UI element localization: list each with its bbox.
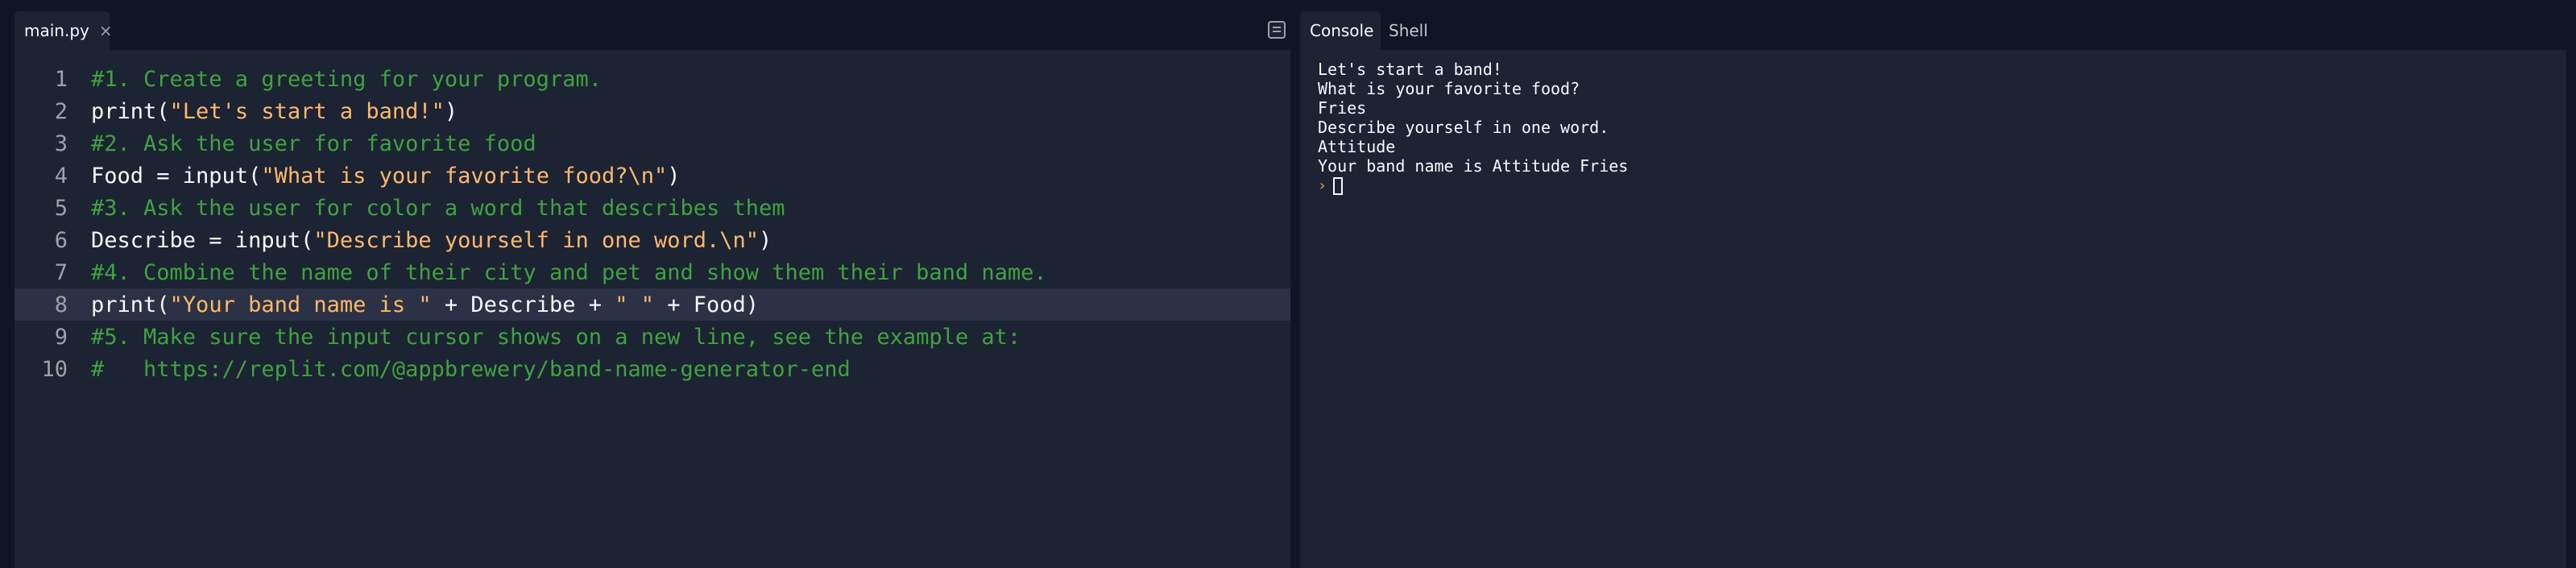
code-token: + Food) (654, 292, 760, 317)
input-cursor[interactable] (1332, 177, 1343, 195)
line-number: 10 (41, 356, 68, 382)
code-line[interactable]: 6 Describe = input("Describe yourself in … (14, 224, 1290, 256)
console-line: Fries (1318, 98, 1367, 118)
line-code: #1. Create a greeting for your program. (91, 67, 602, 92)
code-token: ) (667, 163, 681, 189)
line-code: #4. Combine the name of their city and p… (91, 260, 1047, 285)
code-token: print( (91, 292, 170, 317)
console-tabbar: Console Shell (1300, 10, 2566, 50)
code-line[interactable]: 7 #4. Combine the name of their city and … (14, 256, 1290, 288)
line-code: # https://replit.com/@appbrewery/band-na… (91, 357, 851, 382)
console-line: Your band name is Attitude Fries (1318, 156, 1629, 176)
replit-workspace: main.py × 1 #1. Create a greeting for you… (0, 0, 2576, 568)
line-number: 2 (54, 98, 68, 124)
code-token: " " (615, 292, 655, 317)
code-token: "Let's start a band!" (169, 98, 445, 124)
code-line[interactable]: 3 #2. Ask the user for favorite food (14, 127, 1290, 160)
tab-console[interactable]: Console (1300, 11, 1381, 50)
line-number: 1 (54, 66, 68, 92)
code-line[interactable]: 4 Food = input("What is your favorite foo… (14, 160, 1290, 192)
code-token: + Describe + (431, 292, 615, 317)
line-number: 3 (54, 131, 68, 156)
line-code: Food = input("What is your favorite food… (91, 164, 681, 189)
code-token: #2. Ask the user for favorite food (91, 131, 536, 156)
line-number: 9 (54, 324, 68, 350)
code-editor[interactable]: 1 #1. Create a greeting for your program.… (14, 55, 1290, 568)
console-line: Describe yourself in one word. (1318, 118, 1609, 137)
code-token: #4. Combine the name of their city and p… (91, 259, 1047, 285)
code-token: Food = input( (91, 163, 262, 189)
console-prompt[interactable]: › (1318, 176, 2550, 197)
line-number: 4 (54, 163, 68, 189)
close-icon[interactable]: × (99, 23, 113, 39)
code-token: Describe = input( (91, 227, 314, 253)
line-number: 8 (54, 292, 68, 317)
code-token: ) (444, 98, 458, 124)
line-code: #5. Make sure the input cursor shows on … (91, 325, 1021, 350)
console-pane: Console Shell Let's start a band! What i… (1300, 10, 2566, 568)
line-code: #2. Ask the user for favorite food (91, 131, 536, 156)
editor-pane: main.py × 1 #1. Create a greeting for you… (14, 10, 1290, 568)
line-code: print("Your band name is " + Describe + … (91, 292, 759, 317)
code-line[interactable]: 8 print("Your band name is " + Describe +… (14, 288, 1290, 321)
code-line[interactable]: 5 #3. Ask the user for color a word that … (14, 192, 1290, 224)
tab-main-py[interactable]: main.py × (14, 11, 113, 50)
code-token: ) (759, 227, 772, 253)
code-token: #3. Ask the user for color a word that d… (91, 195, 785, 221)
console-line: Attitude (1318, 137, 1396, 156)
code-token: # https://replit.com/@appbrewery/band-na… (91, 356, 851, 382)
line-number: 5 (54, 195, 68, 221)
code-token: "Describe yourself in one word.\n" (313, 227, 760, 253)
layout-icon[interactable] (1268, 21, 1286, 39)
line-number: 6 (54, 227, 68, 253)
code-line[interactable]: 1 #1. Create a greeting for your program. (14, 63, 1290, 95)
console-line: Let's start a band! (1318, 60, 1502, 79)
chevron-right-icon: › (1318, 177, 1327, 194)
line-code: Describe = input("Describe yourself in o… (91, 228, 772, 253)
code-line[interactable]: 9 #5. Make sure the input cursor shows on… (14, 321, 1290, 353)
console-line: What is your favorite food? (1318, 79, 1580, 98)
line-code: #3. Ask the user for color a word that d… (91, 196, 785, 221)
line-number: 7 (54, 259, 68, 285)
code-token: "Your band name is " (169, 292, 432, 317)
console-output[interactable]: Let's start a band! What is your favorit… (1318, 60, 2550, 197)
line-code: print("Let's start a band!") (91, 99, 458, 124)
code-line[interactable]: 10 # https://replit.com/@appbrewery/band-… (14, 353, 1290, 385)
tab-shell[interactable]: Shell (1389, 11, 1428, 50)
code-token: print( (91, 98, 170, 124)
code-line[interactable]: 2 print("Let's start a band!") (14, 95, 1290, 127)
editor-tabbar: main.py × (14, 10, 1290, 50)
code-token: "What is your favorite food?\n" (261, 163, 668, 189)
tab-label: main.py (24, 21, 89, 40)
code-token: #1. Create a greeting for your program. (91, 66, 602, 92)
code-token: #5. Make sure the input cursor shows on … (91, 324, 1021, 350)
